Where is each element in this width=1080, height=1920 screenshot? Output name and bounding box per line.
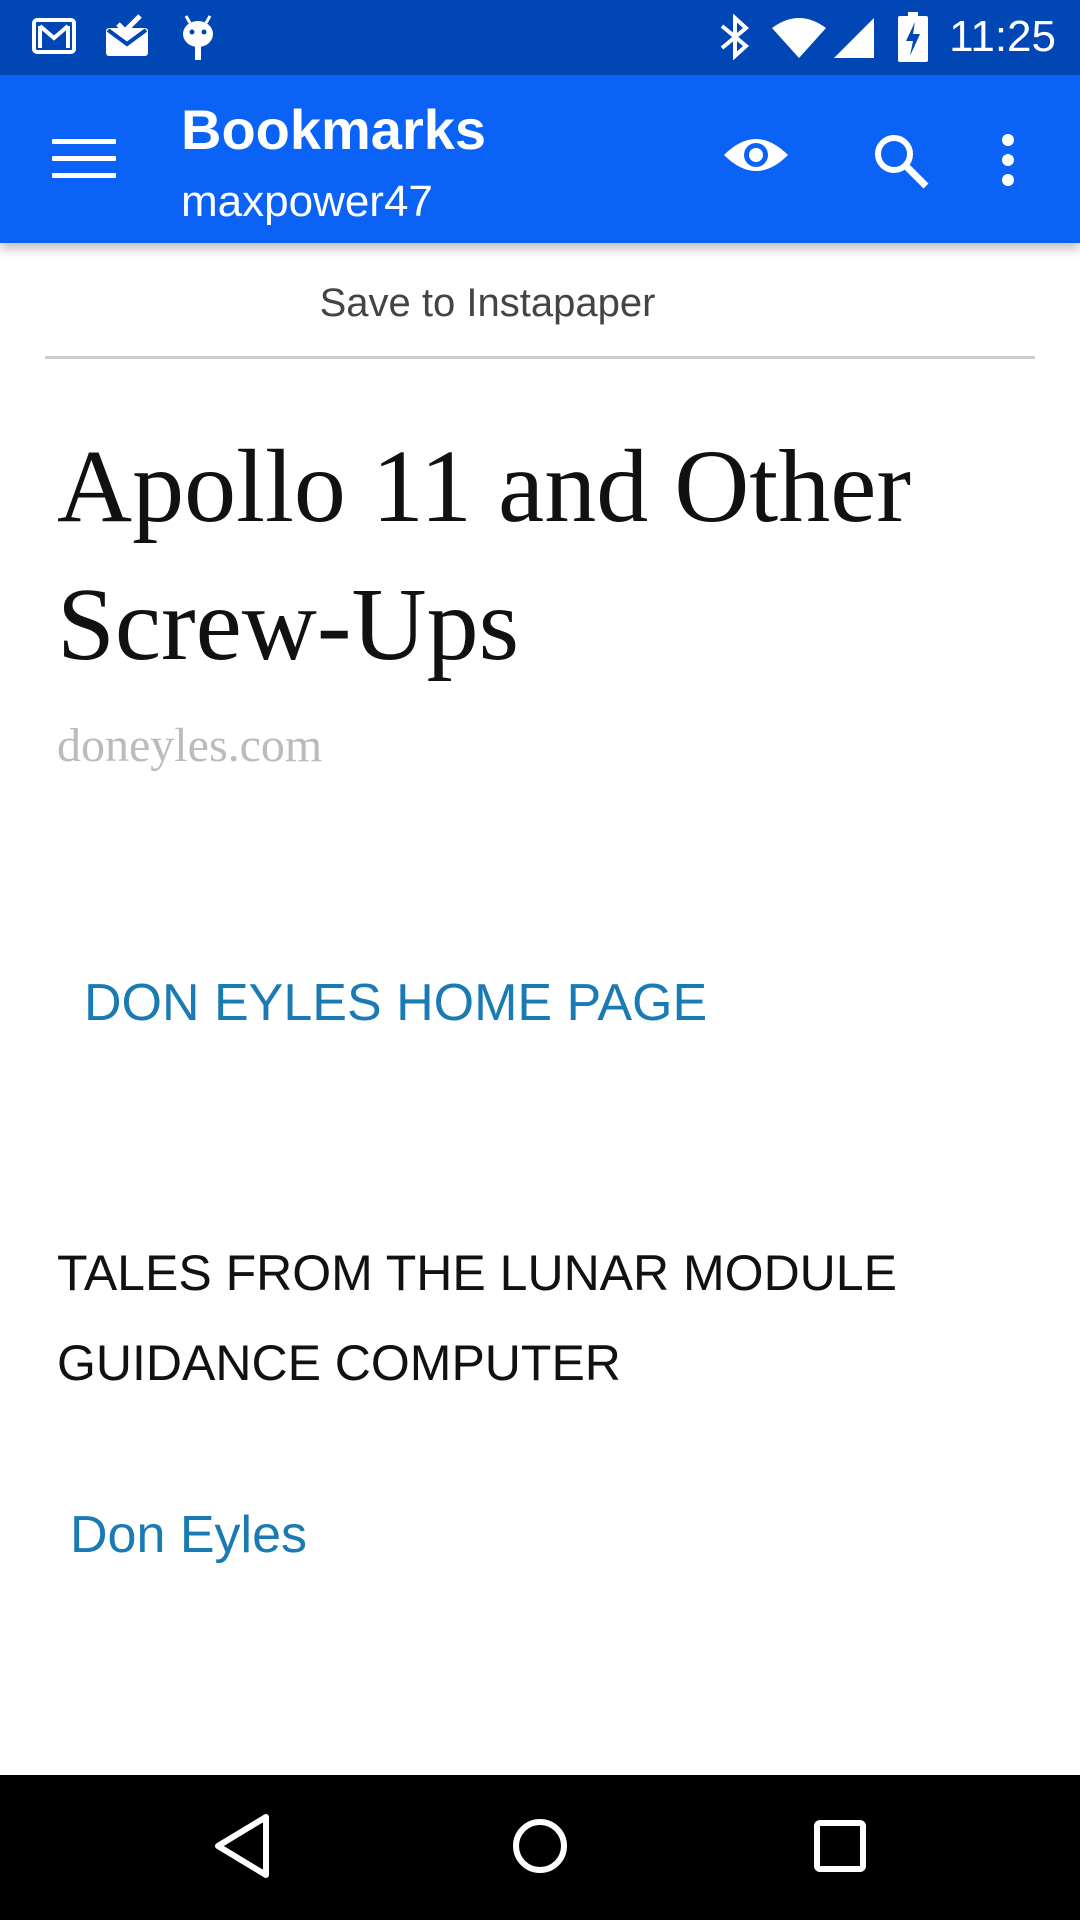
home-page-link[interactable]: DON EYLES HOME PAGE	[84, 973, 707, 1033]
app-bar: Bookmarks maxpower47	[0, 75, 1080, 243]
app-title: Bookmarks	[181, 98, 487, 161]
more-vert-icon[interactable]	[1000, 133, 1016, 192]
eye-icon[interactable]	[722, 131, 790, 184]
android-debug-icon	[178, 14, 218, 67]
article-subheading: TALES FROM THE LUNAR MODULE GUIDANCE COM…	[57, 1245, 897, 1391]
search-icon[interactable]	[872, 132, 930, 195]
article-title: Apollo 11 and Other Screw-Ups	[57, 429, 911, 682]
bluetooth-icon	[718, 13, 752, 65]
home-icon[interactable]	[510, 1811, 570, 1886]
app-subtitle: maxpower47	[181, 177, 433, 226]
author-link[interactable]: Don Eyles	[70, 1505, 307, 1565]
wifi-icon	[770, 16, 828, 65]
battery-charging-icon	[898, 12, 928, 67]
status-bar: 11:25	[0, 0, 1080, 75]
inbox-icon	[104, 14, 150, 63]
gmail-icon	[32, 14, 76, 63]
recents-icon[interactable]	[812, 1811, 868, 1886]
article-content: Save to Instapaper Apollo 11 and Other S…	[0, 243, 1080, 1775]
status-time: 11:25	[949, 12, 1056, 61]
save-to-instapaper-link[interactable]: Save to Instapaper	[0, 281, 975, 326]
cell-signal-icon	[832, 16, 876, 65]
back-icon[interactable]	[212, 1811, 272, 1886]
divider	[45, 356, 1035, 359]
article-domain: doneyles.com	[57, 719, 323, 772]
navigation-bar	[0, 1775, 1080, 1920]
menu-icon[interactable]	[52, 139, 116, 183]
